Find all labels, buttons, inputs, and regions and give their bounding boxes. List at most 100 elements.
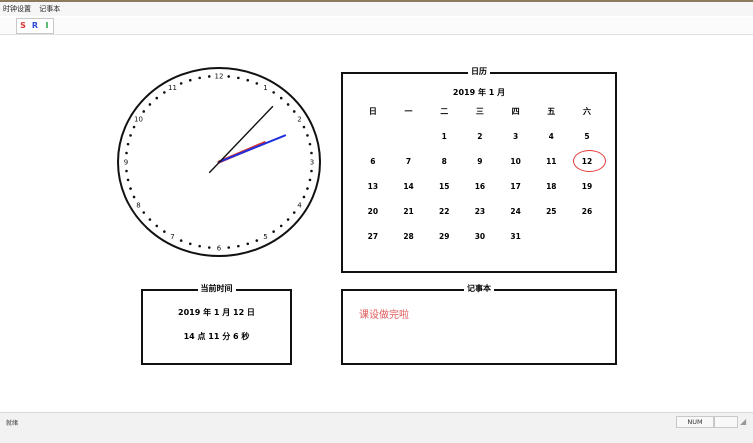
calendar-day[interactable]: 6	[355, 155, 391, 180]
clock-tick-dot	[132, 195, 136, 199]
calendar-day[interactable]: 4	[533, 130, 569, 155]
calendar-day[interactable]: 27	[355, 230, 391, 255]
calendar-day[interactable]: 18	[533, 180, 569, 205]
clock-tick-dot	[272, 230, 275, 233]
clock-tick-dot	[292, 211, 296, 214]
calendar-grid: 日 一 二 三 四 五 六 1 2 3 4 5 6 7 8 9 10 11 12 13 14 15 16 17 1…	[355, 105, 607, 255]
today-circle	[573, 150, 607, 172]
clock-tick-dot	[132, 125, 136, 129]
clock-tick-dot	[126, 178, 130, 182]
calendar-day[interactable]: 11	[533, 155, 569, 180]
clock-tick-dot	[279, 224, 283, 228]
clock-tick-dot	[302, 125, 306, 129]
calendar-day[interactable]: 30	[462, 230, 498, 255]
clock-number: 6	[217, 245, 222, 253]
calendar-day[interactable]: 10	[498, 155, 534, 180]
calendar-day[interactable]: 17	[498, 180, 534, 205]
resize-grip-icon[interactable]: ◢	[740, 417, 746, 426]
calendar-month-label: 2019 年 1 月	[452, 88, 506, 97]
clock-tick-dot	[255, 82, 259, 85]
calendar-weekday-row: 日 一 二 三 四 五 六	[355, 105, 605, 130]
clock-tick-dot	[255, 239, 259, 242]
calendar-day[interactable]: 28	[391, 230, 427, 255]
clock-tick-dot	[142, 110, 146, 113]
clock-tick-dot	[310, 169, 313, 173]
calendar-week-row: 27 28 29 30 31	[355, 230, 605, 255]
current-time-title: 当前时间	[197, 284, 236, 293]
calendar-day[interactable]: 26	[569, 205, 605, 230]
clock-tick-dot	[155, 224, 159, 228]
current-time-panel: 当前时间 2019 年 1 月 12 日 14 点 11 分 6 秒	[141, 284, 292, 365]
clock-number: 1	[263, 84, 267, 92]
memo-panel: 记事本 课设做完啦	[341, 284, 617, 365]
clock-tick-dot	[125, 169, 128, 173]
clock-tick-dot	[237, 244, 240, 248]
clock-tick-dot	[227, 75, 231, 78]
clock-number: 3	[310, 159, 314, 167]
calendar-day	[569, 230, 605, 255]
menu-item-notepad[interactable]: 记事本	[36, 2, 63, 15]
calendar-day[interactable]: 31	[498, 230, 534, 255]
calendar-day[interactable]: 13	[355, 180, 391, 205]
calendar-day[interactable]: 15	[426, 180, 462, 205]
current-time: 14 点 11 分 6 秒	[183, 332, 250, 341]
clock-tick-dot	[179, 82, 183, 85]
clock-number: 11	[168, 84, 177, 92]
clock-tick-dot	[310, 151, 313, 155]
calendar-day[interactable]: 21	[391, 205, 427, 230]
weekday-fri: 五	[547, 107, 556, 116]
weekday-tue: 二	[440, 107, 449, 116]
calendar-day[interactable]: 8	[426, 155, 462, 180]
clock-tick-dot	[308, 178, 312, 182]
clock-tick-dot	[227, 246, 231, 249]
calendar-day	[355, 130, 391, 155]
status-text: 就绪	[6, 420, 19, 427]
clock-number: 4	[297, 202, 302, 210]
status-empty-pane	[714, 416, 738, 428]
clock-tick-dot	[286, 103, 290, 106]
clock-tick-dot	[198, 76, 201, 80]
calendar-day[interactable]: 22	[426, 205, 462, 230]
clock-tick-dot	[246, 78, 250, 82]
menu-item-clock-settings[interactable]: 时钟设置	[0, 2, 34, 15]
memo-text[interactable]: 课设做完啦	[359, 306, 409, 321]
toolbar-button-i[interactable]: I	[41, 19, 53, 33]
clock-number: 7	[170, 233, 174, 241]
toolbar-button-s[interactable]: S	[17, 19, 29, 33]
calendar-day[interactable]: 24	[498, 205, 534, 230]
calendar-day-today[interactable]: 12	[569, 150, 607, 180]
clock-tick-dot	[246, 242, 250, 246]
toolbar-button-group: S R I	[16, 18, 54, 34]
toolbar-button-r[interactable]: R	[29, 19, 41, 33]
calendar-day[interactable]: 23	[462, 205, 498, 230]
clock-tick-dot	[306, 134, 309, 137]
calendar-day[interactable]: 7	[391, 155, 427, 180]
clock-tick-dot	[125, 151, 128, 155]
calendar-day[interactable]: 14	[391, 180, 427, 205]
clock-tick-dot	[129, 134, 132, 137]
calendar-day[interactable]: 1	[426, 130, 462, 155]
analog-clock: 121234567891011	[117, 67, 321, 257]
calendar-day[interactable]: 20	[355, 205, 391, 230]
clock-tick-dot	[308, 142, 312, 146]
clock-tick-dot	[237, 76, 240, 80]
clock-tick-dot	[188, 78, 192, 82]
clock-number: 2	[297, 116, 301, 124]
calendar-day	[533, 230, 569, 255]
calendar-day[interactable]: 2	[462, 130, 498, 155]
calendar-week-row: 20 21 22 23 24 25 26	[355, 205, 605, 230]
menu-bar: 时钟设置 记事本	[0, 2, 753, 16]
calendar-week-row: 12345	[355, 130, 605, 155]
clock-tick-dot	[155, 96, 159, 100]
weekday-sat: 六	[582, 107, 591, 116]
calendar-day[interactable]: 29	[426, 230, 462, 255]
calendar-day[interactable]: 16	[462, 180, 498, 205]
calendar-day[interactable]: 19	[569, 180, 605, 205]
calendar-day[interactable]: 9	[462, 155, 498, 180]
clock-tick-dot	[148, 218, 152, 221]
toolbar: S R I	[0, 17, 753, 35]
current-date: 2019 年 1 月 12 日	[178, 308, 255, 317]
clock-tick-dot	[306, 187, 309, 190]
calendar-day[interactable]: 25	[533, 205, 569, 230]
calendar-day[interactable]: 3	[498, 130, 534, 155]
